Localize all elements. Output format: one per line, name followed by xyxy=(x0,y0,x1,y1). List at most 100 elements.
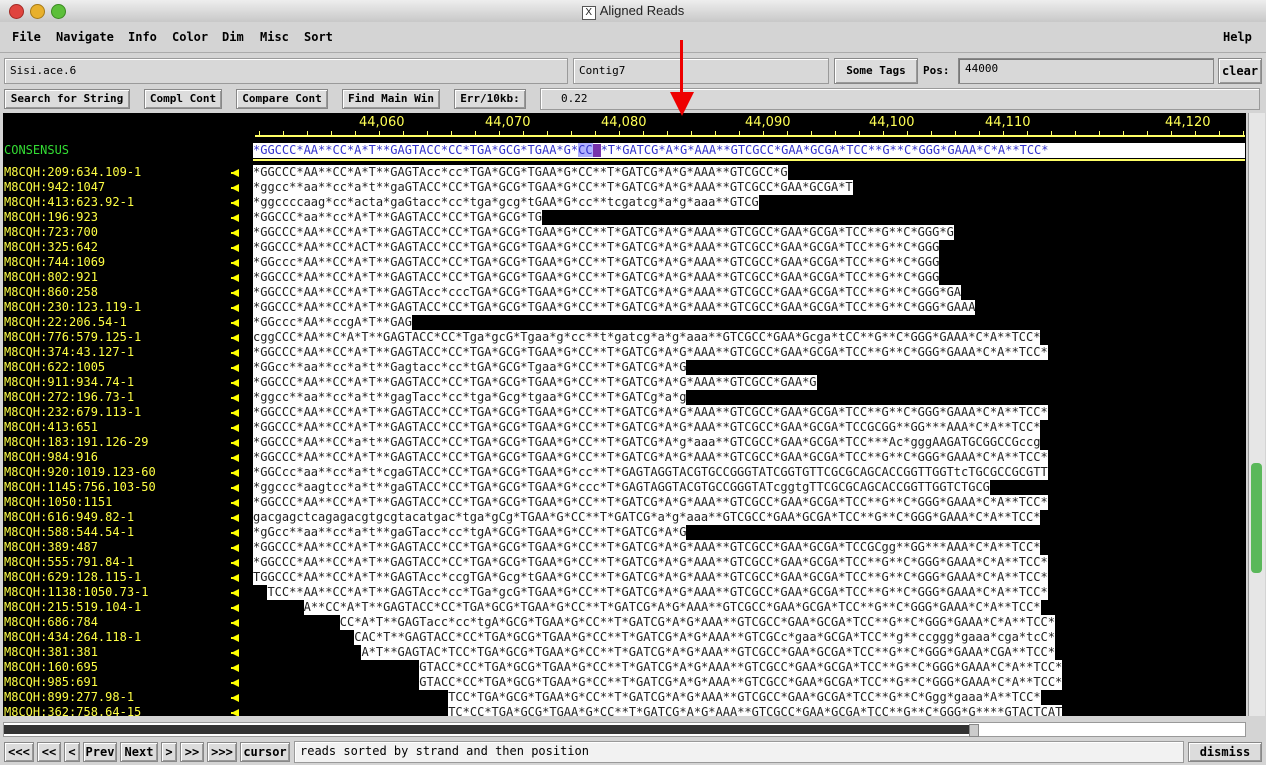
read-sequence[interactable]: TCC**AA**CC*A*T**GAGTAcc*cc*TGa*gcG*TGAA… xyxy=(267,585,1048,600)
read-sequence[interactable]: *GGCCC*aa**cc*A*T**GAGTACC*CC*TGA*GCG*TG xyxy=(253,210,542,225)
horizontal-scrollbar[interactable] xyxy=(3,722,1246,737)
read-row[interactable]: M8CQH:622:1005 *GGcc**aa**cc*a*t**Gagtacc… xyxy=(3,360,1246,375)
nav-forward-page-button[interactable]: >> xyxy=(180,742,204,762)
menu-misc[interactable]: Misc xyxy=(260,30,289,44)
read-sequence[interactable]: *GGCCC*AA**CC*A*T**GAGTACC*CC*TGA*GCG*TG… xyxy=(253,405,1048,420)
read-row[interactable]: M8CQH:272:196.73-1 *ggcc**aa**cc*a*t**gag… xyxy=(3,390,1246,405)
read-name[interactable]: M8CQH:686:784 xyxy=(4,615,98,630)
read-sequence[interactable]: *GGccc*AA**ccgA*T**GAG xyxy=(253,315,412,330)
read-row[interactable]: M8CQH:555:791.84-1 *GGCCC*AA**CC*A*T**GAG… xyxy=(3,555,1246,570)
read-row[interactable]: M8CQH:434:264.118-1 CAC*T**GAGTACC*CC*TGA… xyxy=(3,630,1246,645)
read-name[interactable]: M8CQH:555:791.84-1 xyxy=(4,555,134,570)
read-row[interactable]: M8CQH:911:934.74-1 *GGCCC*AA**CC*A*T**GAG… xyxy=(3,375,1246,390)
read-row[interactable]: M8CQH:374:43.127-1 *GGCCC*AA**CC*A*T**GAG… xyxy=(3,345,1246,360)
read-name[interactable]: M8CQH:920:1019.123-60 xyxy=(4,465,156,480)
read-sequence[interactable]: *ggcc**aa**cc*a*t**gagTacc*cc*tga*Gcg*tg… xyxy=(253,390,687,405)
read-name[interactable]: M8CQH:984:916 xyxy=(4,450,98,465)
read-name[interactable]: M8CQH:434:264.118-1 xyxy=(4,630,141,645)
read-sequence[interactable]: *GGCCC*AA**CC*A*T**GAGTACC*CC*TGA*GCG*TG… xyxy=(253,495,1048,510)
read-sequence[interactable]: *ggccc*aagtcc*a*t**gaGTACC*CC*TGA*GCG*TG… xyxy=(253,480,990,495)
read-row[interactable]: M8CQH:160:695 GTACC*CC*TGA*GCG*TGAA*G*CC*… xyxy=(3,660,1246,675)
read-sequence[interactable]: *GGCCC*AA**CC*A*T**GAGTACC*CC*TGA*GCG*TG… xyxy=(253,450,1048,465)
read-sequence[interactable]: TGGCCC*AA**CC*A*T**GAGTAcc*ccgTGA*Gcg*tG… xyxy=(253,570,1048,585)
read-row[interactable]: M8CQH:985:691 GTACC*CC*TGA*GCG*TGAA*G*CC*… xyxy=(3,675,1246,690)
read-name[interactable]: M8CQH:616:949.82-1 xyxy=(4,510,134,525)
read-sequence[interactable]: TCC*TGA*GCG*TGAA*G*CC**T*GATCG*A*G*AAA**… xyxy=(448,690,1041,705)
next-button[interactable]: Next xyxy=(120,742,158,762)
read-name[interactable]: M8CQH:860:258 xyxy=(4,285,98,300)
read-name[interactable]: M8CQH:196:923 xyxy=(4,210,98,225)
read-name[interactable]: M8CQH:160:695 xyxy=(4,660,98,675)
read-sequence[interactable]: *GGCCC*AA**CC*A*T**GAGTAcc*cc*TGA*GCG*TG… xyxy=(253,165,788,180)
read-sequence[interactable]: TC*CC*TGA*GCG*TGAA*G*CC**T*GATCG*A*G*AAA… xyxy=(448,705,1063,716)
err-per-10kb-button[interactable]: Err/10kb: xyxy=(454,89,526,109)
menu-sort[interactable]: Sort xyxy=(304,30,333,44)
nav-back-button[interactable]: < xyxy=(64,742,80,762)
read-row[interactable]: M8CQH:381:381 A*T**GAGTAC*TCC*TGA*GCG*TGA… xyxy=(3,645,1246,660)
alignment-display[interactable]: 44,060 44,070 44,080 44,090 44,100 44,110 44,1… xyxy=(3,113,1246,716)
read-sequence[interactable]: cggCCC*AA**C*A*T**GAGTACC*CC*Tga*gcG*Tga… xyxy=(253,330,1041,345)
read-name[interactable]: M8CQH:215:519.104-1 xyxy=(4,600,141,615)
read-row[interactable]: M8CQH:183:191.126-29 *GGCCC*AA**CC*a*t**G… xyxy=(3,435,1246,450)
nav-back-page-button[interactable]: << xyxy=(37,742,61,762)
read-row[interactable]: M8CQH:802:921 *GGCCC*AA**CC*A*T**GAGTACC*… xyxy=(3,270,1246,285)
read-row[interactable]: M8CQH:1145:756.103-50 *ggccc*aagtcc*a*t**… xyxy=(3,480,1246,495)
read-sequence[interactable]: *GGCCC*AA**CC*A*T**GAGTACC*CC*TGA*GCG*TG… xyxy=(253,555,1048,570)
vertical-scrollbar[interactable] xyxy=(1248,113,1265,716)
read-name[interactable]: M8CQH:588:544.54-1 xyxy=(4,525,134,540)
menu-color[interactable]: Color xyxy=(172,30,208,44)
read-sequence[interactable]: *GGCCC*AA**CC*A*T**GAGTACC*CC*TGA*GCG*TG… xyxy=(253,375,817,390)
read-sequence[interactable]: *GGCCC*AA**CC*A*T**GAGTACC*CC*TGA*GCG*TG… xyxy=(253,225,954,240)
read-row[interactable]: M8CQH:860:258 *GGCCC*AA**CC*A*T**GAGTAcc*… xyxy=(3,285,1246,300)
read-sequence[interactable]: *ggcc**aa**cc*a*t**gaGTACC*CC*TGA*GCG*TG… xyxy=(253,180,853,195)
nav-forward-button[interactable]: > xyxy=(161,742,177,762)
read-sequence[interactable]: *GGCCC*AA**CC*A*T**GAGTACC*CC*TGA*GCG*TG… xyxy=(253,300,976,315)
read-row[interactable]: M8CQH:1138:1050.73-1 TCC**AA**CC*A*T**GAG… xyxy=(3,585,1246,600)
read-row[interactable]: M8CQH:209:634.109-1 *GGCCC*AA**CC*A*T**GA… xyxy=(3,165,1246,180)
read-sequence[interactable]: *ggccccaag*cc*acta*gaGtacc*cc*tga*gcg*tG… xyxy=(253,195,759,210)
read-name[interactable]: M8CQH:413:623.92-1 xyxy=(4,195,134,210)
read-row[interactable]: M8CQH:389:487 *GGCCC*AA**CC*A*T**GAGTACC*… xyxy=(3,540,1246,555)
nav-last-button[interactable]: >>> xyxy=(207,742,237,762)
compl-cont-button[interactable]: Compl Cont xyxy=(144,89,222,109)
read-name[interactable]: M8CQH:381:381 xyxy=(4,645,98,660)
read-row[interactable]: M8CQH:215:519.104-1 A**CC*A*T**GAGTACC*CC… xyxy=(3,600,1246,615)
read-sequence[interactable]: *GGcc**aa**cc*a*t**Gagtacc*cc*tGA*GCG*Tg… xyxy=(253,360,687,375)
read-sequence[interactable]: *GGCCC*AA**CC*A*T**GAGTACC*CC*TGA*GCG*TG… xyxy=(253,270,940,285)
menu-help[interactable]: Help xyxy=(1223,30,1252,44)
read-name[interactable]: M8CQH:911:934.74-1 xyxy=(4,375,134,390)
read-name[interactable]: M8CQH:1145:756.103-50 xyxy=(4,480,156,495)
read-row[interactable]: M8CQH:723:700 *GGCCC*AA**CC*A*T**GAGTACC*… xyxy=(3,225,1246,240)
read-name[interactable]: M8CQH:744:1069 xyxy=(4,255,105,270)
read-row[interactable]: M8CQH:413:651 *GGCCC*AA**CC*A*T**GAGTACC*… xyxy=(3,420,1246,435)
read-sequence[interactable]: GTACC*CC*TGA*GCG*TGAA*G*CC**T*GATCG*A*G*… xyxy=(419,675,1063,690)
read-row[interactable]: M8CQH:744:1069 *GGccc*AA**CC*A*T**GAGTACC… xyxy=(3,255,1246,270)
read-sequence[interactable]: A**CC*A*T**GAGTACC*CC*TGA*GCG*TGAA*G*CC*… xyxy=(303,600,1041,615)
menu-file[interactable]: File xyxy=(12,30,41,44)
read-name[interactable]: M8CQH:374:43.127-1 xyxy=(4,345,134,360)
menu-navigate[interactable]: Navigate xyxy=(56,30,114,44)
read-row[interactable]: M8CQH:196:923 *GGCCC*aa**cc*A*T**GAGTACC*… xyxy=(3,210,1246,225)
read-row[interactable]: M8CQH:942:1047 *ggcc**aa**cc*a*t**gaGTACC… xyxy=(3,180,1246,195)
read-row[interactable]: M8CQH:984:916 *GGCCC*AA**CC*A*T**GAGTACC*… xyxy=(3,450,1246,465)
read-row[interactable]: M8CQH:776:579.125-1 cggCCC*AA**C*A*T**GAG… xyxy=(3,330,1246,345)
cursor-button[interactable]: cursor xyxy=(240,742,290,762)
read-name[interactable]: M8CQH:776:579.125-1 xyxy=(4,330,141,345)
read-row[interactable]: M8CQH:899:277.98-1 TCC*TGA*GCG*TGAA*G*CC*… xyxy=(3,690,1246,705)
find-main-win-button[interactable]: Find Main Win xyxy=(342,89,440,109)
read-name[interactable]: M8CQH:413:651 xyxy=(4,420,98,435)
nav-first-button[interactable]: <<< xyxy=(4,742,34,762)
read-name[interactable]: M8CQH:723:700 xyxy=(4,225,98,240)
read-sequence[interactable]: A*T**GAGTAC*TCC*TGA*GCG*TGAA*G*CC**T*GAT… xyxy=(361,645,1055,660)
menu-dim[interactable]: Dim xyxy=(222,30,244,44)
consensus-sequence[interactable]: *GGCCC*AA**CC*A*T**GAGTACC*CC*TGA*GCG*TG… xyxy=(253,143,1245,158)
read-name[interactable]: M8CQH:272:196.73-1 xyxy=(4,390,134,405)
pos-input[interactable]: 44000 xyxy=(958,58,1214,84)
read-name[interactable]: M8CQH:389:487 xyxy=(4,540,98,555)
horizontal-scroll-thumb[interactable] xyxy=(969,724,979,737)
read-sequence[interactable]: GTACC*CC*TGA*GCG*TGAA*G*CC**T*GATCG*A*G*… xyxy=(419,660,1063,675)
read-row[interactable]: M8CQH:362:758.64-15 TC*CC*TGA*GCG*TGAA*G*… xyxy=(3,705,1246,716)
read-sequence[interactable]: *GGCCC*AA**CC*a*t**GAGTACC*CC*TGA*GCG*TG… xyxy=(253,435,1041,450)
read-row[interactable]: M8CQH:616:949.82-1 gacgagctcagagacgtgcgta… xyxy=(3,510,1246,525)
read-name[interactable]: M8CQH:899:277.98-1 xyxy=(4,690,134,705)
